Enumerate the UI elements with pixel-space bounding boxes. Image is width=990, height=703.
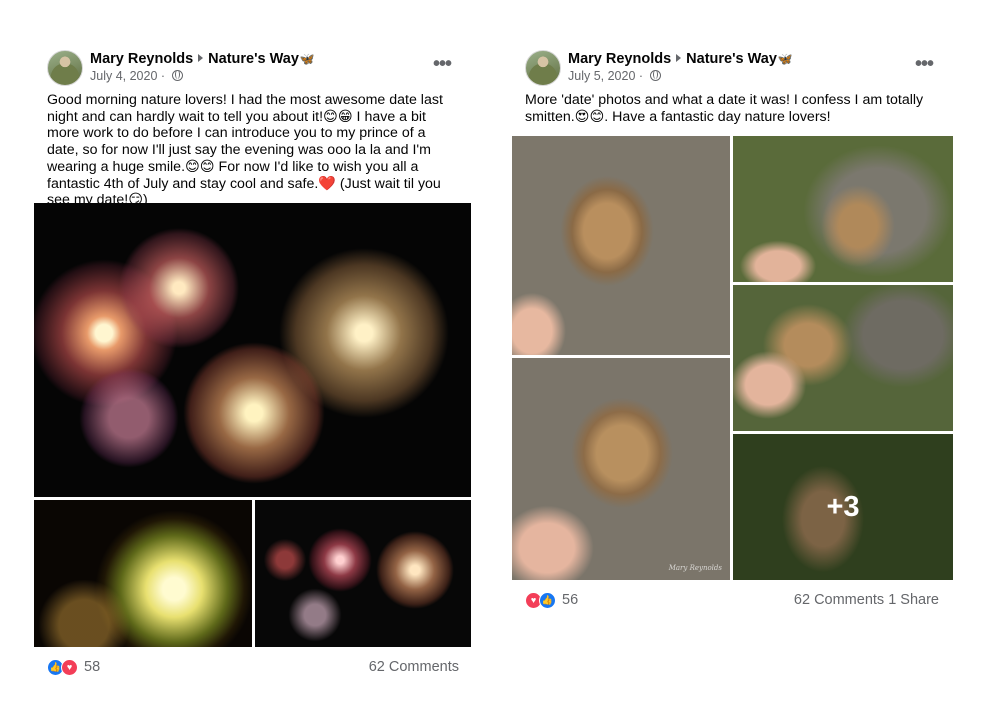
photo-chipmunk-4[interactable]: Mary Reynolds xyxy=(512,358,730,580)
post-fireworks: Mary Reynolds Nature's Way🦋 July 4, 2020 … xyxy=(34,40,471,685)
post-header: Mary Reynolds Nature's Way🦋 July 5, 2020 … xyxy=(512,40,953,92)
group-name[interactable]: Nature's Way xyxy=(208,51,299,67)
reaction-count: 58 xyxy=(84,659,101,675)
post-header: Mary Reynolds Nature's Way🦋 July 4, 2020 … xyxy=(34,40,471,92)
post-footer: 👍 ♥ 58 62 Comments xyxy=(34,647,471,685)
photo-grid: Mary Reynolds +3 xyxy=(512,136,953,580)
post-meta: July 5, 2020 · xyxy=(568,69,661,83)
more-options-icon[interactable]: ••• xyxy=(915,54,934,74)
author-avatar[interactable] xyxy=(525,50,561,86)
photo-chipmunk-3[interactable] xyxy=(733,285,953,431)
more-photos-overlay[interactable]: +3 xyxy=(733,434,953,580)
globe-icon xyxy=(171,70,183,81)
post-text: More 'date' photos and what a date it wa… xyxy=(525,92,924,125)
comments-link[interactable]: 62 Comments xyxy=(794,592,884,608)
post-text: Good morning nature lovers! I had the mo… xyxy=(47,92,443,209)
post-meta: July 4, 2020 · xyxy=(90,69,183,83)
shares-link[interactable]: 1 Share xyxy=(888,592,939,608)
author-name[interactable]: Mary Reynolds xyxy=(568,51,671,67)
post-date[interactable]: July 5, 2020 xyxy=(568,69,635,83)
reactions-summary[interactable]: 👍 ♥ 58 xyxy=(47,658,100,676)
engagement-stats: 62 Comments xyxy=(369,659,459,675)
arrow-right-icon xyxy=(198,54,204,62)
post-chipmunk: Mary Reynolds Nature's Way🦋 July 5, 2020 … xyxy=(512,40,953,618)
author-name[interactable]: Mary Reynolds xyxy=(90,51,193,67)
group-name[interactable]: Nature's Way xyxy=(686,51,777,67)
butterfly-emoji: 🦋 xyxy=(299,52,315,66)
like-reaction-icon: 👍 xyxy=(539,591,556,609)
photo-grid xyxy=(34,203,471,647)
photo-chipmunk-1[interactable] xyxy=(512,136,730,355)
photo-chipmunk-2[interactable] xyxy=(733,136,953,282)
post-footer: ♥ 👍 56 62 Comments 1 Share xyxy=(512,580,953,618)
author-avatar[interactable] xyxy=(47,50,83,86)
comments-link[interactable]: 62 Comments xyxy=(369,659,459,675)
photo-fireworks-main[interactable] xyxy=(34,203,471,497)
globe-icon xyxy=(649,70,661,81)
post-date[interactable]: July 4, 2020 xyxy=(90,69,157,83)
love-reaction-icon: ♥ xyxy=(61,658,78,676)
arrow-right-icon xyxy=(676,54,682,62)
photo-chipmunk-5[interactable]: +3 xyxy=(733,434,953,580)
engagement-stats: 62 Comments 1 Share xyxy=(794,592,939,608)
reaction-count: 56 xyxy=(562,592,579,608)
butterfly-emoji: 🦋 xyxy=(777,52,793,66)
more-options-icon[interactable]: ••• xyxy=(433,54,452,74)
author-line: Mary Reynolds Nature's Way🦋 xyxy=(568,51,793,67)
author-line: Mary Reynolds Nature's Way🦋 xyxy=(90,51,315,67)
reactions-summary[interactable]: ♥ 👍 56 xyxy=(525,591,578,609)
photo-fireworks-2[interactable] xyxy=(34,500,252,647)
photo-fireworks-3[interactable] xyxy=(255,500,471,647)
photo-watermark: Mary Reynolds xyxy=(668,564,722,572)
